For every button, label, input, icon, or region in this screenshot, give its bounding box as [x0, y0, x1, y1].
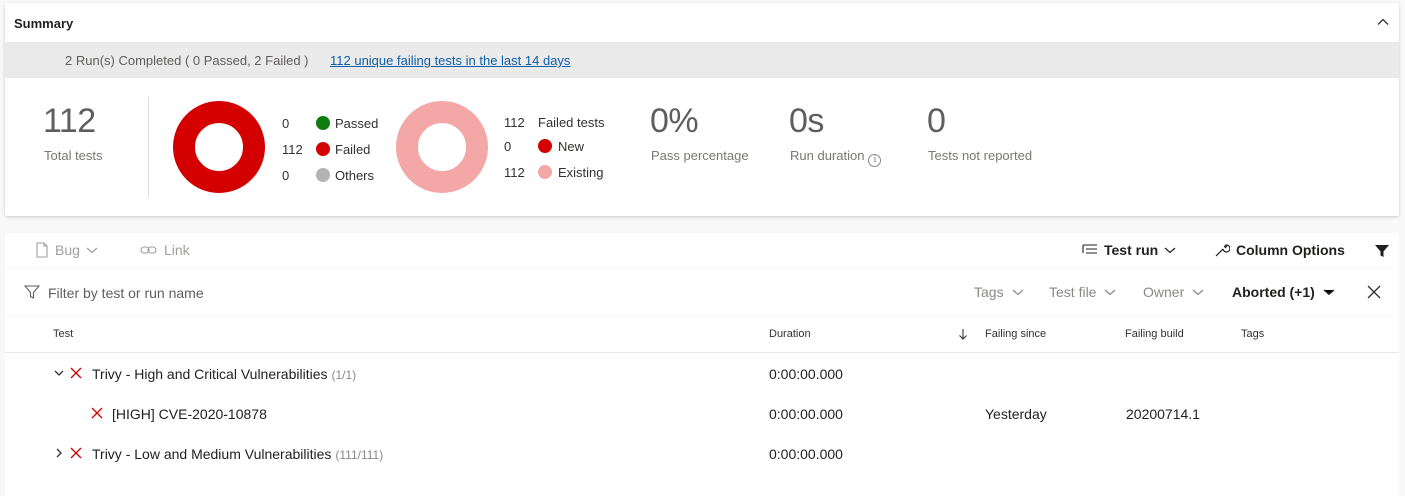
failed-label: Failed [335, 142, 371, 157]
passed-count: 0 [282, 116, 290, 131]
row-test-name: Trivy - Low and Medium Vulnerabilities [92, 446, 332, 462]
divider [148, 97, 149, 197]
filter-icon[interactable] [1374, 243, 1390, 259]
test-file-filter-dropdown[interactable]: Test file [1049, 284, 1116, 300]
row-test-count: (111/111) [335, 448, 384, 462]
new-count: 0 [504, 139, 512, 154]
row-test-name-wrap: Trivy - High and Critical Vulnerabilitie… [92, 366, 356, 382]
row-test-name: [HIGH] CVE-2020-10878 [112, 406, 267, 422]
group-by-icon [1082, 244, 1097, 254]
filter-icon [24, 285, 40, 299]
chevron-down-icon [1012, 289, 1023, 296]
summary-header[interactable]: Summary [5, 3, 1399, 42]
column-options-button[interactable]: Column Options [1214, 242, 1345, 258]
sort-down-arrow-icon[interactable] [958, 328, 968, 340]
column-header-test[interactable]: Test [53, 328, 73, 340]
row-test-count: (1/1) [331, 368, 357, 382]
column-options-label: Column Options [1236, 242, 1345, 258]
not-reported-label: Tests not reported [928, 148, 1033, 163]
summary-title: Summary [14, 16, 74, 31]
outcome-filter-label: Aborted (+1) [1232, 284, 1315, 300]
row-failing-since: Yesterday [985, 406, 1047, 422]
group-by-dropdown[interactable]: Test run [1082, 242, 1176, 258]
row-duration: 0:00:00.000 [769, 446, 843, 462]
column-header-tags[interactable]: Tags [1241, 328, 1264, 340]
run-duration-label-wrap: Run duration i [790, 148, 882, 167]
donut-failed-segment [173, 101, 265, 193]
row-duration: 0:00:00.000 [769, 366, 843, 382]
link-icon [140, 246, 157, 254]
banner-run-status: 2 Run(s) Completed ( 0 Passed, 2 Failed … [65, 53, 309, 68]
summary-card: Summary 2 Run(s) Completed ( 0 Passed, 2… [5, 3, 1399, 216]
run-duration-value: 0s [789, 102, 824, 140]
row-test-name: Trivy - High and Critical Vulnerabilitie… [92, 366, 328, 382]
row-failing-build: 20200714.1 [1126, 406, 1200, 422]
failed-tests-count: 112 [504, 115, 525, 130]
filter-input[interactable]: Filter by test or run name [48, 285, 204, 301]
wrench-icon [1215, 244, 1230, 257]
table-row[interactable]: [HIGH] CVE-2020-10878 0:00:00.000 Yester… [5, 394, 1399, 434]
fail-x-icon [70, 367, 82, 379]
link-button[interactable]: Link [140, 242, 190, 258]
run-duration-label: Run duration [790, 148, 865, 163]
not-reported-value: 0 [927, 102, 946, 140]
existing-label: Existing [558, 165, 604, 180]
results-grid: Test Duration Failing since Failing buil… [5, 317, 1399, 496]
owner-filter-label: Owner [1143, 284, 1185, 300]
chevron-down-icon [1323, 289, 1335, 296]
column-header-duration[interactable]: Duration [769, 328, 811, 340]
bug-button[interactable]: Bug [35, 242, 98, 258]
new-dot [538, 139, 552, 153]
chevron-down-icon [1192, 289, 1204, 296]
chevron-down-icon [1164, 247, 1176, 254]
summary-banner: 2 Run(s) Completed ( 0 Passed, 2 Failed … [5, 42, 1399, 78]
chevron-up-icon[interactable] [1375, 14, 1391, 30]
column-header-failing-build[interactable]: Failing build [1125, 328, 1184, 340]
total-tests-label: Total tests [44, 148, 103, 163]
others-label: Others [335, 168, 375, 183]
others-count: 0 [282, 168, 290, 183]
table-row[interactable]: Trivy - Low and Medium Vulnerabilities (1… [5, 434, 1399, 474]
existing-dot [538, 165, 552, 179]
owner-filter-dropdown[interactable]: Owner [1143, 284, 1204, 300]
unique-failing-tests-link[interactable]: 112 unique failing tests in the last 14 … [330, 53, 570, 68]
bug-label: Bug [55, 242, 80, 258]
failed-count: 112 [282, 142, 303, 157]
existing-count: 112 [504, 165, 525, 180]
donut-existing-segment [396, 101, 488, 193]
others-dot [316, 168, 330, 182]
failed-dot [316, 142, 330, 156]
chevron-down-icon[interactable] [54, 368, 64, 378]
fail-x-icon [70, 447, 82, 459]
total-tests-value: 112 [43, 102, 96, 140]
chevron-down-icon [1105, 289, 1116, 296]
passed-dot [316, 116, 330, 130]
info-icon[interactable]: i [868, 154, 882, 167]
row-test-name-wrap: Trivy - Low and Medium Vulnerabilities (1… [92, 446, 383, 462]
table-row[interactable]: Trivy - High and Critical Vulnerabilitie… [5, 354, 1399, 394]
passed-label: Passed [335, 116, 379, 131]
chevron-down-icon [86, 247, 98, 254]
failed-tests-label: Failed tests [538, 115, 605, 130]
test-file-filter-label: Test file [1049, 284, 1097, 300]
tags-filter-label: Tags [974, 284, 1004, 300]
results-toolbar: Bug Link Test run Column Options [5, 233, 1399, 267]
column-header-failing-since[interactable]: Failing since [985, 328, 1046, 340]
filter-bar: Filter by test or run name Tags Test fil… [5, 268, 1399, 316]
pass-percentage-value: 0% [650, 102, 699, 140]
row-duration: 0:00:00.000 [769, 406, 843, 422]
outcome-filter-dropdown[interactable]: Aborted (+1) [1232, 284, 1335, 300]
failed-tests-donut-chart [396, 101, 488, 193]
fail-x-icon [91, 407, 103, 419]
bug-icon [36, 242, 48, 258]
header-divider [5, 352, 1399, 353]
link-label: Link [164, 242, 190, 258]
close-icon[interactable] [1367, 285, 1381, 299]
new-label: New [558, 139, 585, 154]
tags-filter-dropdown[interactable]: Tags [974, 284, 1024, 300]
group-by-label: Test run [1104, 242, 1159, 258]
outcome-donut-chart [173, 101, 265, 193]
chevron-right-icon[interactable] [54, 448, 64, 458]
pass-percentage-label: Pass percentage [651, 148, 749, 163]
